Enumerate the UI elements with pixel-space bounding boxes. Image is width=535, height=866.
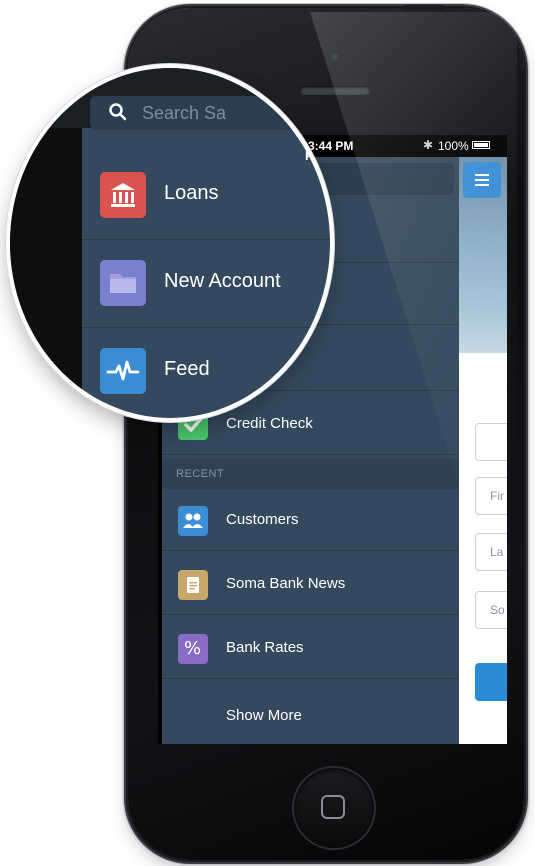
recent-section-header: RECENT <box>162 459 459 489</box>
other-field[interactable]: So <box>475 591 507 629</box>
people-icon <box>178 506 208 536</box>
form-field[interactable] <box>475 423 507 461</box>
magnified-label-feed: Feed <box>164 358 210 380</box>
sidebar-item-label: Credit Check <box>226 415 313 432</box>
folder-icon <box>100 260 146 306</box>
sidebar-item-customers[interactable]: Customers <box>162 489 459 551</box>
magnified-search-input[interactable]: Search Sa <box>90 96 330 130</box>
sidebar-item-label: Customers <box>226 511 299 528</box>
bluetooth-icon: ✱ <box>423 138 434 152</box>
main-content: Fir La So <box>459 157 507 744</box>
last-name-placeholder: La <box>490 545 504 559</box>
first-name-field[interactable]: Fir <box>475 477 507 515</box>
magnified-side-bezel <box>10 128 82 418</box>
home-button[interactable] <box>294 768 374 848</box>
submit-button[interactable] <box>475 663 507 701</box>
sidebar-item-bank-rates[interactable]: % Bank Rates <box>162 617 459 679</box>
magnified-status-bar: 3:44 PM <box>90 130 330 163</box>
magnified-sidebar-item-loans[interactable]: Loans <box>82 152 330 240</box>
magnified-search-placeholder: Search Sa <box>142 103 227 123</box>
home-square-icon <box>321 795 345 819</box>
battery-percent: 100% <box>438 139 469 153</box>
show-more-button[interactable]: Show More <box>162 707 459 744</box>
menu-button[interactable] <box>463 162 501 198</box>
search-icon <box>108 102 127 121</box>
sidebar-item-label: Bank Rates <box>226 639 304 656</box>
recent-header-text: RECENT <box>176 468 225 480</box>
magnified-sidebar-item-feed[interactable]: Feed <box>82 328 330 416</box>
battery-icon <box>472 141 490 149</box>
pulse-icon <box>100 348 146 394</box>
show-more-label: Show More <box>226 707 302 724</box>
first-name-placeholder: Fir <box>490 489 504 503</box>
other-placeholder: So <box>490 603 505 617</box>
magnified-label-loans: Loans <box>164 182 219 204</box>
power-button <box>404 5 444 10</box>
last-name-field[interactable]: La <box>475 533 507 571</box>
percent-icon: % <box>178 634 208 664</box>
bank-icon <box>100 172 146 218</box>
sidebar-item-label: Soma Bank News <box>226 575 346 592</box>
magnifier-callout: Search Sa 3:44 PM Loans New Account Feed <box>10 68 330 418</box>
front-camera <box>330 52 340 62</box>
sidebar-item-soma-bank-news[interactable]: Soma Bank News <box>162 553 459 615</box>
magnified-sidebar-item-new-account[interactable]: New Account <box>82 240 330 328</box>
document-icon <box>178 570 208 600</box>
magnified-label-new-account: New Account <box>164 270 281 292</box>
